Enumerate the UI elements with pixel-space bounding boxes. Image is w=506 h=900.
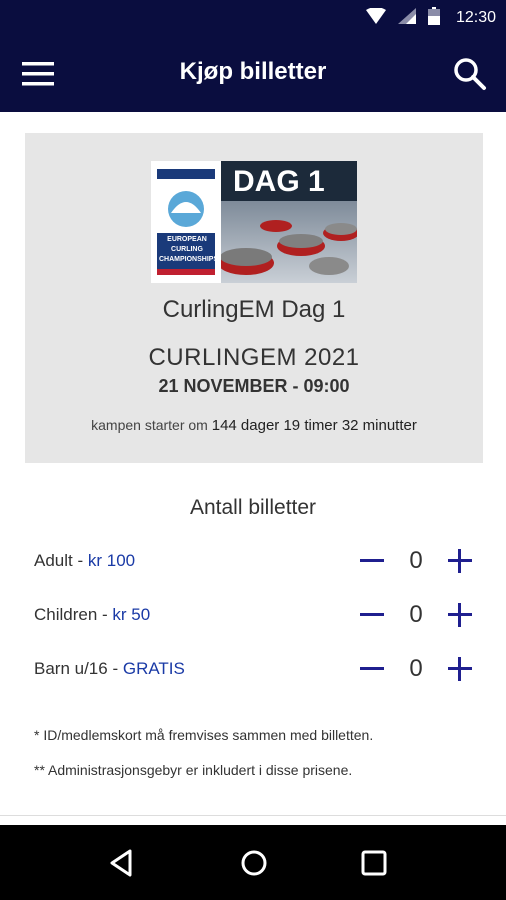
quantity-stepper: 0: [358, 547, 474, 575]
status-time: 12:30: [455, 9, 496, 26]
status-bar: 12:30: [0, 0, 506, 36]
quantity-stepper: 0: [358, 601, 474, 629]
ticket-price: kr 50: [112, 605, 151, 624]
back-icon[interactable]: [104, 845, 140, 881]
event-title: CurlingEM Dag 1: [162, 296, 346, 323]
quantity-value: 0: [409, 601, 423, 628]
minus-button[interactable]: [358, 601, 386, 629]
event-date: 21 NOVEMBER - 09:00: [158, 376, 350, 396]
ticket-label: Adult - kr 100: [34, 551, 136, 570]
nav-bar: [0, 825, 506, 900]
ticket-label: Children - kr 50: [34, 605, 151, 624]
search-icon[interactable]: [452, 56, 488, 92]
battery-icon: [427, 6, 440, 30]
plus-button[interactable]: [446, 547, 474, 575]
image-logo-text: EUROPEAN CURLING CHAMPIONSHIPS: [159, 236, 219, 263]
status-icons: 12:30: [365, 0, 496, 36]
ticket-price: GRATIS: [122, 659, 185, 678]
countdown-prefix: kampen starter om: [91, 417, 208, 433]
plus-button[interactable]: [446, 601, 474, 629]
minus-button[interactable]: [358, 547, 386, 575]
recents-icon[interactable]: [356, 845, 392, 881]
countdown: kampen starter om 144 dager 19 timer 32 …: [25, 417, 483, 434]
signal-icon: [397, 7, 416, 29]
ticket-row-children: Children - kr 50 0: [34, 595, 474, 635]
wifi-icon: [365, 6, 386, 29]
quantity-value: 0: [409, 547, 423, 574]
plus-button[interactable]: [446, 655, 474, 683]
ticket-name: Adult: [34, 551, 73, 570]
ticket-name: Children: [34, 605, 98, 624]
image-overlay-text: DAG 1: [233, 165, 325, 198]
home-icon[interactable]: [236, 845, 272, 881]
ticket-row-barn: Barn u/16 - GRATIS 0: [34, 649, 474, 689]
quantity-stepper: 0: [358, 655, 474, 683]
ticket-price: kr 100: [87, 551, 136, 570]
app-bar: Kjøp billetter: [0, 36, 506, 112]
ticket-name: Barn u/16: [34, 659, 108, 678]
quantity-value: 0: [409, 655, 423, 682]
minus-button[interactable]: [358, 655, 386, 683]
page-title: Kjøp billetter: [179, 58, 327, 85]
fee-note: ** Administrasjonsgebyr er inkludert i d…: [34, 762, 353, 778]
ticket-row-adult: Adult - kr 100 0: [34, 541, 474, 581]
event-card: DAG 1 EUROPEAN CURLING CHAMPIONSHIPS Cur…: [25, 133, 483, 463]
event-image: DAG 1 EUROPEAN CURLING CHAMPIONSHIPS: [151, 161, 357, 283]
event-organizer: CURLINGEM 2021: [148, 344, 360, 371]
countdown-value: 144 dager 19 timer 32 minutter: [211, 417, 417, 434]
ticket-label: Barn u/16 - GRATIS: [34, 659, 185, 678]
id-note: * ID/medlemskort må fremvises sammen med…: [34, 727, 374, 743]
tickets-heading: Antall billetter: [189, 496, 317, 519]
